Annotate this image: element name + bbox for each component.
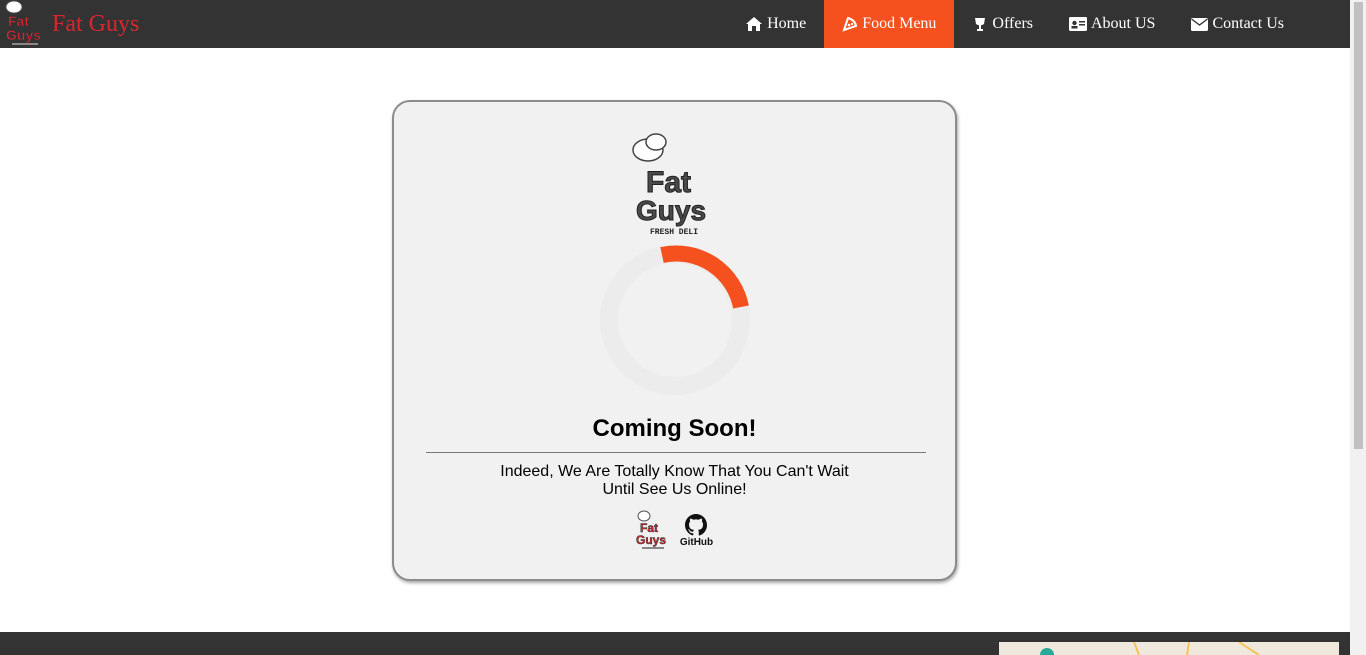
home-icon bbox=[746, 17, 763, 31]
nav-item-label: Offers bbox=[992, 15, 1033, 32]
map-thumbnail[interactable] bbox=[999, 642, 1339, 655]
fat-guys-logo-icon: Fat Guys FRESH DELI bbox=[632, 133, 707, 237]
nav-item-about-us[interactable]: About US bbox=[1051, 0, 1173, 48]
top-navbar: Fat Guys Fat Guys Home Food Menu Offers … bbox=[0, 0, 1350, 48]
fat-guys-link-icon[interactable]: Fat Guys bbox=[636, 510, 672, 552]
coming-soon-card: Fat Guys FRESH DELI Coming Soon! Indeed,… bbox=[392, 100, 957, 581]
nav-item-label: About US bbox=[1091, 15, 1156, 32]
nav-item-food-menu[interactable]: Food Menu bbox=[824, 0, 955, 48]
scrollbar-thumb[interactable] bbox=[1354, 2, 1363, 449]
id-card-icon bbox=[1069, 17, 1087, 31]
svg-text:Guys: Guys bbox=[6, 27, 41, 43]
github-icon bbox=[685, 514, 708, 536]
nav-item-label: Contact Us bbox=[1212, 15, 1284, 32]
brand-name: Fat Guys bbox=[52, 10, 140, 37]
message-line-1: Indeed, We Are Totally Know That You Can… bbox=[500, 463, 849, 480]
coming-soon-message: Indeed, We Are Totally Know That You Can… bbox=[394, 463, 955, 499]
nav-item-offers[interactable]: Offers bbox=[954, 0, 1051, 48]
map-icon bbox=[999, 642, 1339, 655]
brand-link[interactable]: Fat Guys Fat Guys bbox=[4, 0, 139, 48]
pizza-icon bbox=[842, 16, 858, 32]
svg-text:Guys: Guys bbox=[636, 533, 666, 547]
nav-item-home[interactable]: Home bbox=[727, 0, 824, 48]
card-divider bbox=[426, 452, 926, 453]
nav-item-contact-us[interactable]: Contact Us bbox=[1173, 0, 1302, 48]
coming-soon-title: Coming Soon! bbox=[592, 415, 757, 442]
svg-text:Guys: Guys bbox=[636, 195, 706, 226]
nav-item-label: Home bbox=[767, 15, 807, 32]
message-line-2: Until See Us Online! bbox=[602, 481, 747, 498]
nav-menu: Home Food Menu Offers About US Contact U… bbox=[727, 0, 1302, 48]
nav-item-label: Food Menu bbox=[862, 15, 937, 32]
envelope-icon bbox=[1191, 17, 1209, 31]
loading-spinner bbox=[600, 245, 750, 395]
github-label: GitHub bbox=[679, 537, 714, 548]
fat-guys-logo-icon: Fat Guys bbox=[5, 0, 42, 45]
page: Fat Guys Fat Guys Home Food Menu Offers … bbox=[0, 0, 1366, 655]
footer bbox=[0, 632, 1350, 655]
trophy-icon bbox=[975, 18, 986, 31]
vertical-scrollbar[interactable] bbox=[1350, 0, 1366, 655]
svg-text:FRESH DELI: FRESH DELI bbox=[650, 228, 698, 237]
card-links: Fat Guys GitHub bbox=[394, 510, 955, 552]
github-link[interactable]: GitHub bbox=[680, 514, 713, 548]
